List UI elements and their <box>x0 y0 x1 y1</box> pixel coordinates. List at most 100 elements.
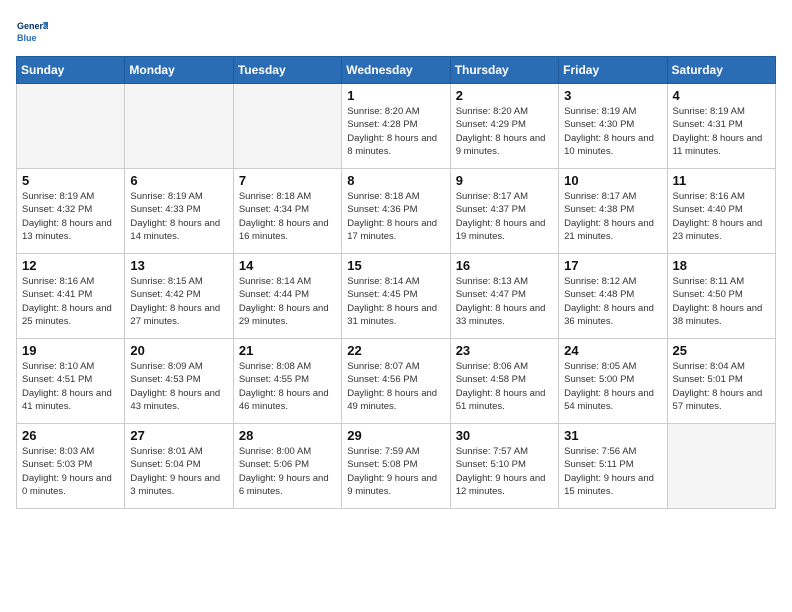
cell-sunrise: Sunrise: 8:09 AM <box>130 360 227 373</box>
page-header: General Blue <box>16 16 776 48</box>
day-number: 18 <box>673 258 770 273</box>
cell-daylight: Daylight: 8 hours and 9 minutes. <box>456 132 553 159</box>
cell-sunrise: Sunrise: 8:19 AM <box>673 105 770 118</box>
cell-daylight: Daylight: 8 hours and 36 minutes. <box>564 302 661 329</box>
day-number: 25 <box>673 343 770 358</box>
cell-sunset: Sunset: 5:00 PM <box>564 373 661 386</box>
cell-sunrise: Sunrise: 8:19 AM <box>130 190 227 203</box>
day-number: 27 <box>130 428 227 443</box>
cell-daylight: Daylight: 9 hours and 15 minutes. <box>564 472 661 499</box>
cell-sunset: Sunset: 4:47 PM <box>456 288 553 301</box>
cell-sunrise: Sunrise: 8:14 AM <box>239 275 336 288</box>
calendar-cell <box>667 424 775 509</box>
cell-sunrise: Sunrise: 8:11 AM <box>673 275 770 288</box>
calendar-cell: 26 Sunrise: 8:03 AM Sunset: 5:03 PM Dayl… <box>17 424 125 509</box>
calendar-cell: 12 Sunrise: 8:16 AM Sunset: 4:41 PM Dayl… <box>17 254 125 339</box>
cell-daylight: Daylight: 8 hours and 51 minutes. <box>456 387 553 414</box>
cell-sunrise: Sunrise: 8:12 AM <box>564 275 661 288</box>
svg-text:Blue: Blue <box>17 33 37 43</box>
cell-sunset: Sunset: 5:01 PM <box>673 373 770 386</box>
calendar-cell: 1 Sunrise: 8:20 AM Sunset: 4:28 PM Dayli… <box>342 84 450 169</box>
calendar-cell: 7 Sunrise: 8:18 AM Sunset: 4:34 PM Dayli… <box>233 169 341 254</box>
cell-daylight: Daylight: 8 hours and 29 minutes. <box>239 302 336 329</box>
day-number: 2 <box>456 88 553 103</box>
cell-sunset: Sunset: 4:30 PM <box>564 118 661 131</box>
cell-sunset: Sunset: 4:33 PM <box>130 203 227 216</box>
day-number: 13 <box>130 258 227 273</box>
cell-sunrise: Sunrise: 8:06 AM <box>456 360 553 373</box>
cell-sunset: Sunset: 4:44 PM <box>239 288 336 301</box>
calendar-cell: 27 Sunrise: 8:01 AM Sunset: 5:04 PM Dayl… <box>125 424 233 509</box>
cell-sunset: Sunset: 4:45 PM <box>347 288 444 301</box>
cell-sunset: Sunset: 4:53 PM <box>130 373 227 386</box>
logo: General Blue <box>16 16 48 48</box>
day-number: 3 <box>564 88 661 103</box>
cell-daylight: Daylight: 8 hours and 10 minutes. <box>564 132 661 159</box>
cell-sunrise: Sunrise: 8:10 AM <box>22 360 119 373</box>
cell-sunrise: Sunrise: 8:13 AM <box>456 275 553 288</box>
calendar-week-row: 12 Sunrise: 8:16 AM Sunset: 4:41 PM Dayl… <box>17 254 776 339</box>
weekday-header: Wednesday <box>342 57 450 84</box>
cell-sunset: Sunset: 4:48 PM <box>564 288 661 301</box>
calendar-cell: 2 Sunrise: 8:20 AM Sunset: 4:29 PM Dayli… <box>450 84 558 169</box>
cell-sunset: Sunset: 4:55 PM <box>239 373 336 386</box>
weekday-header: Friday <box>559 57 667 84</box>
cell-daylight: Daylight: 8 hours and 54 minutes. <box>564 387 661 414</box>
cell-sunrise: Sunrise: 8:14 AM <box>347 275 444 288</box>
day-number: 21 <box>239 343 336 358</box>
cell-sunrise: Sunrise: 8:15 AM <box>130 275 227 288</box>
calendar-cell: 5 Sunrise: 8:19 AM Sunset: 4:32 PM Dayli… <box>17 169 125 254</box>
day-number: 23 <box>456 343 553 358</box>
calendar-cell: 30 Sunrise: 7:57 AM Sunset: 5:10 PM Dayl… <box>450 424 558 509</box>
calendar-cell: 24 Sunrise: 8:05 AM Sunset: 5:00 PM Dayl… <box>559 339 667 424</box>
weekday-header: Sunday <box>17 57 125 84</box>
day-number: 22 <box>347 343 444 358</box>
calendar-cell: 4 Sunrise: 8:19 AM Sunset: 4:31 PM Dayli… <box>667 84 775 169</box>
cell-daylight: Daylight: 8 hours and 23 minutes. <box>673 217 770 244</box>
cell-sunset: Sunset: 4:50 PM <box>673 288 770 301</box>
cell-sunrise: Sunrise: 8:19 AM <box>564 105 661 118</box>
day-number: 15 <box>347 258 444 273</box>
cell-sunset: Sunset: 4:51 PM <box>22 373 119 386</box>
calendar-cell: 23 Sunrise: 8:06 AM Sunset: 4:58 PM Dayl… <box>450 339 558 424</box>
day-number: 12 <box>22 258 119 273</box>
cell-daylight: Daylight: 9 hours and 3 minutes. <box>130 472 227 499</box>
cell-sunset: Sunset: 4:42 PM <box>130 288 227 301</box>
day-number: 16 <box>456 258 553 273</box>
day-number: 10 <box>564 173 661 188</box>
weekday-header: Monday <box>125 57 233 84</box>
cell-daylight: Daylight: 9 hours and 9 minutes. <box>347 472 444 499</box>
calendar-cell <box>233 84 341 169</box>
cell-daylight: Daylight: 8 hours and 16 minutes. <box>239 217 336 244</box>
cell-sunrise: Sunrise: 8:20 AM <box>347 105 444 118</box>
cell-daylight: Daylight: 8 hours and 46 minutes. <box>239 387 336 414</box>
cell-daylight: Daylight: 8 hours and 33 minutes. <box>456 302 553 329</box>
calendar-cell: 6 Sunrise: 8:19 AM Sunset: 4:33 PM Dayli… <box>125 169 233 254</box>
calendar-cell: 16 Sunrise: 8:13 AM Sunset: 4:47 PM Dayl… <box>450 254 558 339</box>
calendar-week-row: 19 Sunrise: 8:10 AM Sunset: 4:51 PM Dayl… <box>17 339 776 424</box>
cell-sunset: Sunset: 4:32 PM <box>22 203 119 216</box>
cell-sunset: Sunset: 4:34 PM <box>239 203 336 216</box>
cell-sunset: Sunset: 4:41 PM <box>22 288 119 301</box>
cell-sunset: Sunset: 4:38 PM <box>564 203 661 216</box>
weekday-header-row: SundayMondayTuesdayWednesdayThursdayFrid… <box>17 57 776 84</box>
calendar-table: SundayMondayTuesdayWednesdayThursdayFrid… <box>16 56 776 509</box>
cell-daylight: Daylight: 8 hours and 21 minutes. <box>564 217 661 244</box>
calendar-cell: 21 Sunrise: 8:08 AM Sunset: 4:55 PM Dayl… <box>233 339 341 424</box>
cell-daylight: Daylight: 8 hours and 11 minutes. <box>673 132 770 159</box>
calendar-cell: 17 Sunrise: 8:12 AM Sunset: 4:48 PM Dayl… <box>559 254 667 339</box>
day-number: 29 <box>347 428 444 443</box>
cell-sunrise: Sunrise: 8:19 AM <box>22 190 119 203</box>
calendar-week-row: 5 Sunrise: 8:19 AM Sunset: 4:32 PM Dayli… <box>17 169 776 254</box>
cell-sunset: Sunset: 4:37 PM <box>456 203 553 216</box>
calendar-cell: 29 Sunrise: 7:59 AM Sunset: 5:08 PM Dayl… <box>342 424 450 509</box>
cell-sunrise: Sunrise: 8:17 AM <box>456 190 553 203</box>
calendar-cell: 31 Sunrise: 7:56 AM Sunset: 5:11 PM Dayl… <box>559 424 667 509</box>
cell-daylight: Daylight: 9 hours and 0 minutes. <box>22 472 119 499</box>
cell-sunset: Sunset: 4:31 PM <box>673 118 770 131</box>
cell-sunset: Sunset: 5:10 PM <box>456 458 553 471</box>
day-number: 11 <box>673 173 770 188</box>
day-number: 28 <box>239 428 336 443</box>
cell-sunrise: Sunrise: 8:18 AM <box>239 190 336 203</box>
day-number: 26 <box>22 428 119 443</box>
